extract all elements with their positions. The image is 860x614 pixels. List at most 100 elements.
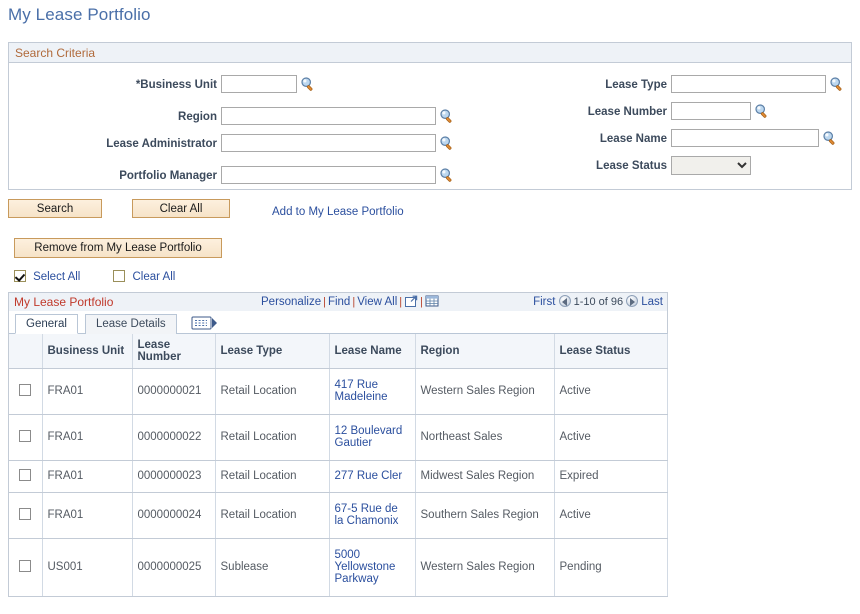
table-row: US001 0000000025 Sublease 5000 Yellowsto…	[9, 538, 667, 596]
cell-lease-number: 0000000025	[132, 538, 215, 596]
header-region[interactable]: Region	[415, 334, 554, 368]
lease-status-select[interactable]	[671, 156, 751, 175]
row-select-cell[interactable]	[9, 460, 42, 492]
view-all-link[interactable]: View All	[357, 296, 397, 308]
portfolio-manager-label: Portfolio Manager	[119, 166, 221, 186]
cell-lease-name[interactable]: 417 Rue Madeleine	[329, 368, 415, 414]
lease-type-label: Lease Type	[605, 75, 671, 95]
table-row: FRA01 0000000023 Retail Location 277 Rue…	[9, 460, 667, 492]
region-input[interactable]	[221, 107, 436, 125]
row-select-cell[interactable]	[9, 492, 42, 538]
clear-all-checkbox-label[interactable]: Clear All	[133, 271, 176, 283]
grid-title-bar: My Lease Portfolio Personalize|Find|View…	[9, 293, 667, 312]
remove-from-my-lease-portfolio-button[interactable]: Remove from My Lease Portfolio	[14, 238, 222, 258]
cell-lease-name[interactable]: 277 Rue Cler	[329, 460, 415, 492]
row-checkbox[interactable]	[19, 384, 31, 396]
row-select-cell[interactable]	[9, 538, 42, 596]
lease-number-label: Lease Number	[588, 102, 671, 122]
cell-business-unit: FRA01	[42, 414, 132, 460]
lease-name-link[interactable]: 277 Rue Cler	[335, 470, 403, 482]
clear-all-checkbox[interactable]	[113, 270, 125, 282]
row-checkbox[interactable]	[19, 508, 31, 520]
header-lease-number[interactable]: Lease Number	[132, 334, 215, 368]
lease-administrator-label: Lease Administrator	[106, 134, 221, 154]
cell-lease-name[interactable]: 67-5 Rue de la Chamonix	[329, 492, 415, 538]
clear-all-button[interactable]: Clear All	[132, 199, 230, 218]
lease-name-link[interactable]: 5000 Yellowstone Parkway	[335, 549, 396, 585]
table-row: FRA01 0000000024 Retail Location 67-5 Ru…	[9, 492, 667, 538]
lease-type-input[interactable]	[671, 75, 826, 93]
grid-tools: Personalize|Find|View All| |	[261, 293, 439, 312]
cell-region: Western Sales Region	[415, 538, 554, 596]
lease-number-lookup-icon[interactable]	[754, 103, 770, 119]
header-lease-status[interactable]: Lease Status	[554, 334, 667, 368]
table-row: FRA01 0000000022 Retail Location 12 Boul…	[9, 414, 667, 460]
find-link[interactable]: Find	[328, 296, 350, 308]
cell-lease-status: Active	[554, 492, 667, 538]
first-page-link[interactable]: First	[533, 296, 555, 308]
cell-region: Northeast Sales	[415, 414, 554, 460]
grid-tab-bar: General Lease Details	[9, 312, 667, 334]
lease-number-input[interactable]	[671, 102, 751, 120]
search-criteria-header: Search Criteria	[9, 43, 851, 63]
lease-name-input[interactable]	[671, 129, 819, 147]
tab-general[interactable]: General	[15, 314, 78, 334]
cell-lease-name[interactable]: 12 Boulevard Gautier	[329, 414, 415, 460]
tab-lease-details[interactable]: Lease Details	[85, 314, 177, 334]
header-lease-type[interactable]: Lease Type	[215, 334, 329, 368]
row-checkbox[interactable]	[19, 560, 31, 572]
my-lease-portfolio-grid: My Lease Portfolio Personalize|Find|View…	[8, 292, 668, 597]
lease-name-label: Lease Name	[600, 129, 671, 149]
lease-type-lookup-icon[interactable]	[829, 76, 845, 92]
header-business-unit[interactable]: Business Unit	[42, 334, 132, 368]
add-to-my-lease-portfolio-link[interactable]: Add to My Lease Portfolio	[272, 206, 404, 218]
search-criteria-panel: Search Criteria *Business Unit Region Le…	[8, 42, 852, 190]
lease-name-link[interactable]: 12 Boulevard Gautier	[335, 425, 403, 449]
next-page-arrow-icon[interactable]	[626, 295, 638, 307]
business-unit-lookup-icon[interactable]	[300, 76, 316, 92]
cell-lease-status: Active	[554, 414, 667, 460]
field-lease-name: Lease Name	[489, 129, 671, 149]
select-all-checkbox[interactable]	[14, 270, 26, 282]
select-all-label[interactable]: Select All	[33, 271, 80, 283]
lease-name-link[interactable]: 67-5 Rue de la Chamonix	[335, 503, 399, 527]
row-checkbox[interactable]	[19, 469, 31, 481]
select-clear-all-row: Select All Clear All	[14, 270, 175, 283]
cell-lease-number: 0000000024	[132, 492, 215, 538]
search-button[interactable]: Search	[8, 199, 102, 218]
cell-lease-name[interactable]: 5000 Yellowstone Parkway	[329, 538, 415, 596]
show-all-columns-icon[interactable]	[191, 315, 219, 331]
table-header-row: Business Unit Lease Number Lease Type Le…	[9, 334, 667, 368]
field-lease-status: Lease Status	[489, 156, 671, 176]
field-lease-administrator: Lease Administrator	[9, 134, 221, 154]
lease-administrator-lookup-icon[interactable]	[439, 135, 455, 151]
cell-business-unit: FRA01	[42, 492, 132, 538]
grid-pagination: First 1-10 of 96 Last	[533, 293, 663, 312]
previous-page-arrow-icon[interactable]	[559, 295, 571, 307]
search-criteria-body: *Business Unit Region Lease Administrato…	[9, 63, 851, 189]
row-select-cell[interactable]	[9, 414, 42, 460]
last-page-link[interactable]: Last	[641, 296, 663, 308]
tools-separator-2: |	[352, 296, 355, 308]
tab-lease-details-label: Lease Details	[96, 318, 166, 330]
tools-separator-4: |	[420, 296, 423, 308]
lease-name-lookup-icon[interactable]	[822, 130, 838, 146]
lease-name-link[interactable]: 417 Rue Madeleine	[335, 379, 388, 403]
cell-lease-type: Retail Location	[215, 368, 329, 414]
header-lease-name[interactable]: Lease Name	[329, 334, 415, 368]
personalize-link[interactable]: Personalize	[261, 296, 321, 308]
cell-lease-status: Expired	[554, 460, 667, 492]
cell-business-unit: US001	[42, 538, 132, 596]
portfolio-manager-input[interactable]	[221, 166, 436, 184]
field-lease-number: Lease Number	[489, 102, 671, 122]
row-checkbox[interactable]	[19, 430, 31, 442]
lease-table: Business Unit Lease Number Lease Type Le…	[9, 334, 668, 597]
region-lookup-icon[interactable]	[439, 108, 455, 124]
cell-lease-status: Pending	[554, 538, 667, 596]
row-select-cell[interactable]	[9, 368, 42, 414]
field-portfolio-manager: Portfolio Manager	[9, 166, 221, 186]
lease-administrator-input[interactable]	[221, 134, 436, 152]
business-unit-input[interactable]	[221, 75, 297, 93]
portfolio-manager-lookup-icon[interactable]	[439, 167, 455, 183]
cell-lease-status: Active	[554, 368, 667, 414]
